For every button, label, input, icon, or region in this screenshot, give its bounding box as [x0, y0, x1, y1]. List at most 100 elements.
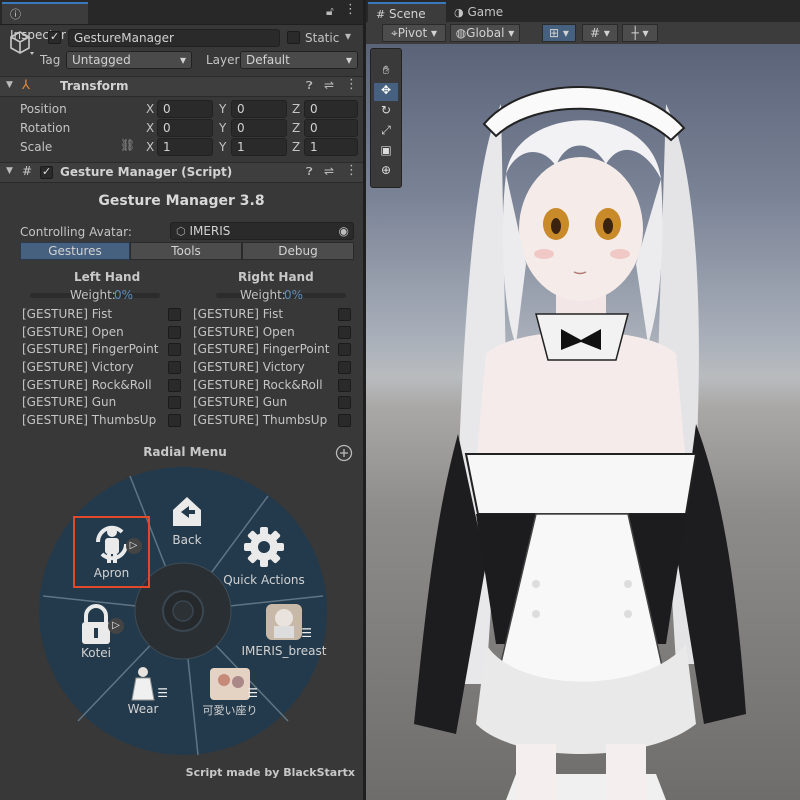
rect-tool-icon[interactable]: ▣	[374, 143, 398, 161]
list-item[interactable]: [GESTURE] FingerPoint	[20, 341, 185, 358]
gesture-toggle[interactable]	[338, 379, 351, 392]
list-item[interactable]: [GESTURE] Victory	[20, 359, 185, 376]
pivot-dropdown[interactable]: ⌖Pivot ▾	[382, 24, 446, 42]
gesture-label: [GESTURE] FingerPoint	[193, 342, 330, 356]
transform-tool-icon[interactable]: ⊕	[374, 163, 398, 181]
gameobject-icon[interactable]	[6, 28, 36, 58]
lock-icon[interactable]: 🔓︎	[326, 4, 334, 19]
tab-gestures[interactable]: Gestures	[20, 242, 130, 260]
gesture-toggle[interactable]	[168, 308, 181, 321]
position-z-input[interactable]: 0	[304, 100, 358, 118]
gesture-toggle[interactable]	[168, 396, 181, 409]
scene-viewport[interactable]: ✋︎ ✥ ↻ ⤢ ▣ ⊕	[366, 44, 800, 800]
foldout-arrow-icon[interactable]: ▼	[6, 80, 13, 90]
static-checkbox[interactable]	[287, 31, 300, 44]
list-item[interactable]: [GESTURE] Open	[20, 324, 185, 341]
global-dropdown[interactable]: ◍Global ▾	[450, 24, 520, 42]
gesture-toggle[interactable]	[168, 414, 181, 427]
rotation-y-input[interactable]: 0	[231, 119, 287, 137]
scale-y-input[interactable]: 1	[231, 138, 287, 156]
list-item[interactable]: [GESTURE] FingerPoint	[191, 341, 356, 358]
scene-panel: # Scene ◑ Game ⌖Pivot ▾ ◍Global ▾ ⊞ ▾ # …	[366, 0, 800, 800]
preset-icon[interactable]: ⇌	[324, 78, 334, 92]
rotate-tool-icon[interactable]: ↻	[374, 103, 398, 121]
list-item[interactable]: [GESTURE] ThumbsUp	[20, 412, 185, 429]
move-tool-icon[interactable]: ✥	[374, 83, 398, 101]
transform-icon: ⅄	[22, 78, 30, 93]
constrain-link-icon[interactable]: ⛓︎	[120, 138, 135, 152]
list-item[interactable]: [GESTURE] Fist	[191, 306, 356, 323]
preset-icon[interactable]: ⇌	[324, 164, 334, 178]
help-icon[interactable]: ❓︎	[306, 165, 313, 179]
scale-x-input[interactable]: 1	[157, 138, 213, 156]
sit-pose-icon	[210, 668, 250, 700]
gesture-toggle[interactable]	[168, 343, 181, 356]
back-house-icon	[173, 497, 201, 526]
more-icon[interactable]: ⋮	[345, 77, 358, 92]
gesture-toggle[interactable]	[338, 343, 351, 356]
list-item[interactable]: [GESTURE] Open	[191, 324, 356, 341]
tag-dropdown[interactable]: Untagged ▾	[66, 51, 192, 69]
tab-game[interactable]: ◑ Game	[448, 2, 509, 22]
scale-z-input[interactable]: 1	[304, 138, 358, 156]
radial-item-back[interactable]: Back	[162, 492, 212, 547]
list-item[interactable]: [GESTURE] ThumbsUp	[191, 412, 356, 429]
transform-header[interactable]: ▼ ⅄ Transform ❓︎ ⇌ ⋮	[0, 76, 363, 97]
object-picker-icon[interactable]: ◉	[339, 223, 349, 239]
list-item[interactable]: [GESTURE] Gun	[191, 394, 356, 411]
rotation-z-input[interactable]: 0	[304, 119, 358, 137]
scale-tool-icon[interactable]: ⤢	[374, 123, 398, 141]
foldout-arrow-icon[interactable]: ▼	[6, 166, 13, 176]
chevron-down-icon: ▾	[179, 53, 186, 67]
add-circle-icon[interactable]	[335, 444, 353, 462]
hand-tool-icon[interactable]: ✋︎	[374, 63, 398, 81]
radial-item-cute-sit[interactable]: ☰ 可愛い座り	[194, 666, 266, 718]
static-dropdown-icon[interactable]: ▾	[345, 29, 351, 43]
active-checkbox[interactable]	[48, 30, 61, 44]
scene-toolbar: ⌖Pivot ▾ ◍Global ▾ ⊞ ▾ # ▾ ┼ ▾	[366, 22, 800, 44]
tab-scene[interactable]: # Scene	[368, 2, 446, 24]
help-icon[interactable]: ❓︎	[306, 79, 313, 93]
script-header[interactable]: ▼ # Gesture Manager (Script) ❓︎ ⇌ ⋮	[0, 162, 363, 183]
rotation-x-input[interactable]: 0	[157, 119, 213, 137]
gesture-toggle[interactable]	[338, 361, 351, 374]
avatar-object-field[interactable]: ⬡ IMERIS ◉	[170, 222, 354, 240]
more-icon[interactable]: ⋮	[345, 163, 358, 178]
gesture-toggle[interactable]	[168, 361, 181, 374]
more-icon[interactable]: ⋮	[344, 2, 357, 17]
gamepad-icon: ◑	[454, 6, 464, 19]
snap-toggle[interactable]: ⊞ ▾	[542, 24, 576, 42]
object-name-input[interactable]: GestureManager	[68, 29, 280, 47]
layer-dropdown[interactable]: Default ▾	[240, 51, 358, 69]
position-x-input[interactable]: 0	[157, 100, 213, 118]
gesture-toggle[interactable]	[338, 414, 351, 427]
gesture-label: [GESTURE] Victory	[193, 360, 305, 374]
radial-item-wear[interactable]: ☰ Wear	[118, 666, 168, 716]
radial-item-imeris-breast[interactable]: ☰ IMERIS_breast	[236, 600, 332, 658]
increment-snap[interactable]: ┼ ▾	[622, 24, 658, 42]
tab-tools[interactable]: Tools	[130, 242, 242, 260]
gm-title: Gesture Manager 3.8	[98, 193, 265, 209]
gesture-toggle[interactable]	[338, 326, 351, 339]
gesture-toggle[interactable]	[338, 396, 351, 409]
grid-toggle[interactable]: # ▾	[582, 24, 618, 42]
gesture-toggle[interactable]	[168, 326, 181, 339]
list-item[interactable]: [GESTURE] Fist	[20, 306, 185, 323]
radial-item-label: Kotei	[80, 646, 112, 660]
script-icon: #	[22, 164, 33, 178]
script-enabled-checkbox[interactable]	[40, 165, 53, 179]
gesture-toggle[interactable]	[338, 308, 351, 321]
list-item[interactable]: [GESTURE] Rock&Roll	[20, 377, 185, 394]
list-item[interactable]: [GESTURE] Gun	[20, 394, 185, 411]
radial-item-quick-actions[interactable]: Quick Actions	[218, 524, 310, 587]
list-item[interactable]: [GESTURE] Rock&Roll	[191, 377, 356, 394]
radial-menu[interactable]: Back Quick Actions ☰ IMERIS_breast ☰ 可愛い…	[38, 466, 328, 756]
tab-debug[interactable]: Debug	[242, 242, 354, 260]
radial-item-apron[interactable]: ▷ Apron	[73, 516, 150, 588]
position-y-input[interactable]: 0	[231, 100, 287, 118]
list-item[interactable]: [GESTURE] Victory	[191, 359, 356, 376]
radial-item-kotei[interactable]: ▷ Kotei	[68, 604, 124, 660]
tab-inspector[interactable]: ⓘ Inspector	[2, 2, 88, 42]
right-weight-value: 0%	[284, 288, 304, 302]
gesture-toggle[interactable]	[168, 379, 181, 392]
